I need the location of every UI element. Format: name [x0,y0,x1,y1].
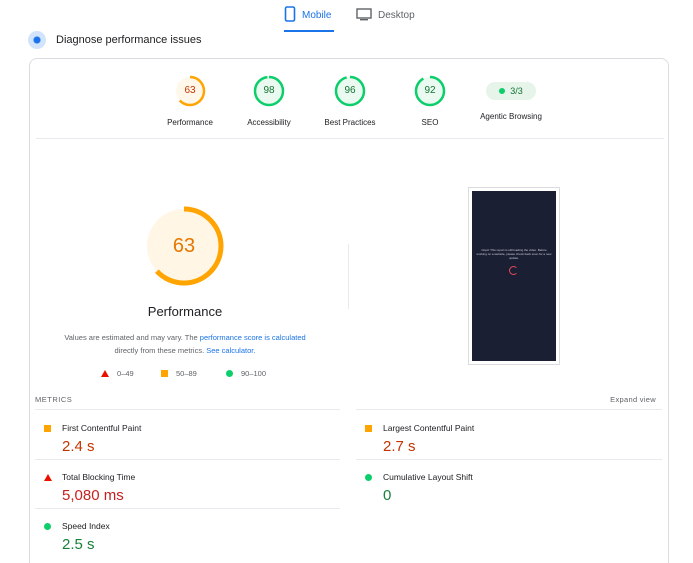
agentic-score: 3/3 [510,86,523,96]
performance-title: Performance [147,304,223,319]
metric-name: First Contentful Paint [62,423,142,433]
performance-gauge-large: 63 [143,205,225,287]
screenshot-screen: Oops! This report is still loading the v… [472,191,556,361]
gauge-ring: 63 [174,75,206,107]
average-square-icon [365,425,372,432]
gauge-accessibility[interactable]: 98 Accessibility [229,75,309,127]
gauge-label: Best Practices [324,118,376,127]
metric-value: 2.7 s [383,438,416,455]
gauge-label: SEO [421,118,439,127]
legend-average-label: 50–89 [176,369,197,378]
tab-mobile-label: Mobile [302,10,332,21]
diagnose-title: Diagnose performance issues [56,34,202,46]
divider [356,459,662,460]
metric-cumulative-layout-shift: Cumulative Layout Shift 0 [356,470,646,518]
divider [35,409,340,410]
tab-desktop-label: Desktop [378,10,415,21]
metrics-heading: METRICS [35,395,73,404]
legend-pass-label: 90–100 [241,369,267,378]
metric-value: 2.4 s [62,438,95,455]
metric-value: 0 [383,487,392,504]
gauge-agentic-browsing[interactable]: 3/3 Agentic Browsing [471,75,551,121]
legend-average: 50–89 [161,369,197,378]
gauge-ring: 98 [253,75,285,107]
tab-mobile[interactable]: Mobile [284,6,334,32]
metric-name: Speed Index [62,521,110,531]
diagnose-header: Diagnose performance issues [28,31,202,49]
gauge-score: 96 [344,85,356,96]
average-square-icon [44,425,51,432]
pass-dot-icon [499,88,506,94]
divider [356,409,662,410]
gauge-seo[interactable]: 92 SEO [390,75,470,127]
estimate-note: Values are estimated and may vary. The p… [50,331,320,357]
expand-view-button[interactable]: Expand view [610,395,656,404]
monitor-icon [356,6,372,22]
divider [36,138,664,139]
metric-name: Total Blocking Time [62,472,136,482]
gauge-score: 63 [184,85,196,96]
metric-value: 5,080 ms [62,487,124,504]
fail-triangle-icon [44,474,52,481]
loading-spinner-icon [509,266,518,275]
page-screenshot: Oops! This report is still loading the v… [468,187,560,365]
performance-score-link[interactable]: performance score is calculated [200,333,306,342]
legend-fail-label: 0–49 [117,369,134,378]
average-square-icon [161,370,168,377]
performance-score-large: 63 [172,235,196,257]
category-gauges: 63 Performance 98 Accessibility 96 Best … [30,59,670,139]
pass-circle-icon [44,523,51,530]
diagnose-icon [28,31,46,49]
fail-triangle-icon [101,370,109,377]
gauge-performance[interactable]: 63 Performance [150,75,230,127]
gauge-best-practices[interactable]: 96 Best Practices [310,75,390,127]
metric-largest-contentful-paint: Largest Contentful Paint 2.7 s [356,421,646,469]
metric-name: Cumulative Layout Shift [383,472,473,482]
estimate-note-text: Values are estimated and may vary. The [64,333,200,342]
estimate-note-text-2: directly from these metrics. [114,346,207,355]
vertical-divider [348,244,349,309]
divider [35,508,340,509]
divider [35,459,340,460]
gauge-ring: 96 [334,75,366,107]
gauge-score: 98 [263,85,275,96]
metric-value: 2.5 s [62,536,95,553]
legend-pass: 90–100 [226,369,266,378]
gauge-ring: 92 [414,75,446,107]
agentic-badge: 3/3 [486,82,536,100]
device-tabs: Mobile Desktop [0,0,693,32]
legend-fail: 0–49 [101,369,134,378]
calculator-link[interactable]: See calculator. [206,346,255,355]
pass-circle-icon [365,474,372,481]
metric-name: Largest Contentful Paint [383,423,475,433]
gauge-label: Agentic Browsing [480,112,542,121]
metric-total-blocking-time: Total Blocking Time 5,080 ms [35,470,325,518]
tab-desktop[interactable]: Desktop [356,6,416,32]
gauge-score: 92 [424,85,436,96]
pass-circle-icon [226,370,233,377]
metric-first-contentful-paint: First Contentful Paint 2.4 s [35,421,325,469]
screenshot-text: Oops! This report is still loading the v… [476,248,552,260]
phone-icon [284,6,296,22]
report-card: 63 Performance 98 Accessibility 96 Best … [29,58,669,563]
gauge-label: Performance [167,118,213,127]
gauge-label: Accessibility [247,118,291,127]
metric-speed-index: Speed Index 2.5 s [35,519,325,563]
